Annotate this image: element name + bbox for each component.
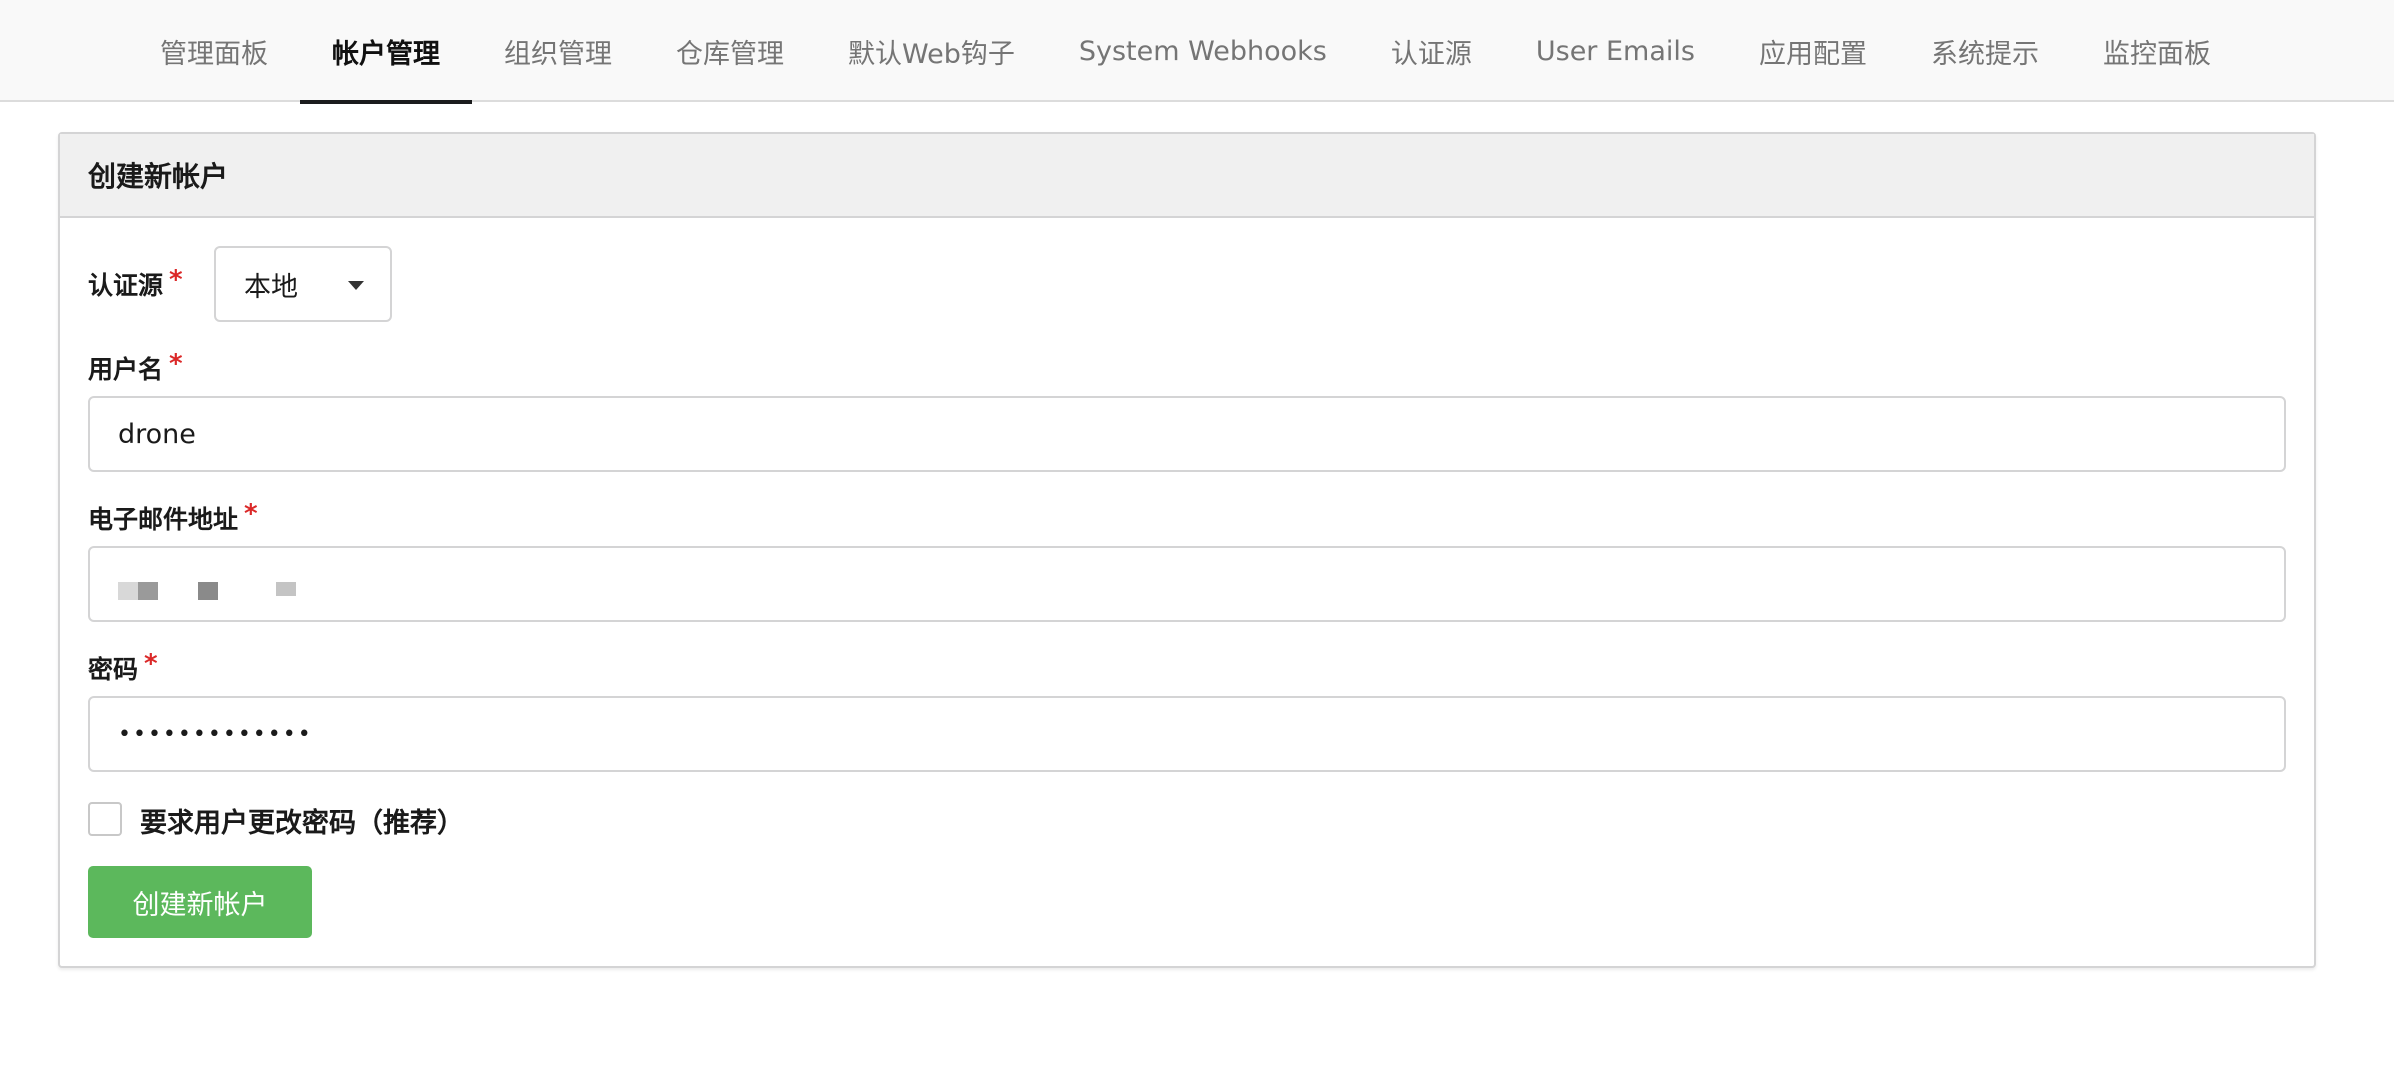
required-marker: * bbox=[169, 349, 183, 379]
tab-auth-sources[interactable]: 认证源 bbox=[1359, 0, 1504, 102]
create-account-card: 创建新帐户 认证源* 本地 用户名* 电子邮件地址* 密码* 要求用户更改密码（… bbox=[58, 132, 2316, 968]
auth-source-value: 本地 bbox=[244, 271, 298, 303]
tab-repositories[interactable]: 仓库管理 bbox=[644, 0, 816, 102]
admin-tabs: 管理面板 帐户管理 组织管理 仓库管理 默认Web钩子 System Webho… bbox=[128, 0, 2243, 104]
tab-default-webhooks[interactable]: 默认Web钩子 bbox=[816, 0, 1047, 102]
tab-config[interactable]: 应用配置 bbox=[1727, 0, 1899, 102]
email-input[interactable] bbox=[88, 546, 2286, 622]
password-input[interactable] bbox=[88, 696, 2286, 772]
must-change-password-checkbox[interactable] bbox=[88, 802, 122, 836]
required-marker: * bbox=[244, 499, 258, 529]
create-account-button[interactable]: 创建新帐户 bbox=[88, 866, 312, 938]
redacted-email-block bbox=[276, 582, 296, 596]
must-change-password-label[interactable]: 要求用户更改密码（推荐） bbox=[140, 801, 464, 840]
tab-organizations[interactable]: 组织管理 bbox=[472, 0, 644, 102]
tab-user-accounts[interactable]: 帐户管理 bbox=[300, 0, 472, 104]
dropdown-caret-icon bbox=[348, 281, 364, 290]
password-label: 密码 * bbox=[88, 649, 158, 684]
tab-system-webhooks[interactable]: System Webhooks bbox=[1047, 0, 1359, 102]
redacted-email-block bbox=[138, 582, 158, 600]
required-marker: * bbox=[169, 265, 183, 295]
redacted-email-block bbox=[198, 582, 218, 600]
card-title: 创建新帐户 bbox=[60, 134, 2314, 218]
required-marker: * bbox=[144, 649, 158, 679]
username-label: 用户名 * bbox=[88, 349, 183, 384]
admin-tab-bar: 管理面板 帐户管理 组织管理 仓库管理 默认Web钩子 System Webho… bbox=[0, 0, 2394, 104]
tab-user-emails[interactable]: User Emails bbox=[1504, 0, 1727, 102]
redacted-email-block bbox=[118, 582, 138, 600]
tab-dashboard[interactable]: 管理面板 bbox=[128, 0, 300, 102]
email-label: 电子邮件地址 * bbox=[88, 499, 258, 534]
auth-source-select[interactable]: 本地 bbox=[214, 246, 392, 322]
tab-monitor[interactable]: 监控面板 bbox=[2071, 0, 2243, 102]
tab-notices[interactable]: 系统提示 bbox=[1899, 0, 2071, 102]
auth-source-label: 认证源 * bbox=[88, 265, 183, 300]
username-input[interactable] bbox=[88, 396, 2286, 472]
